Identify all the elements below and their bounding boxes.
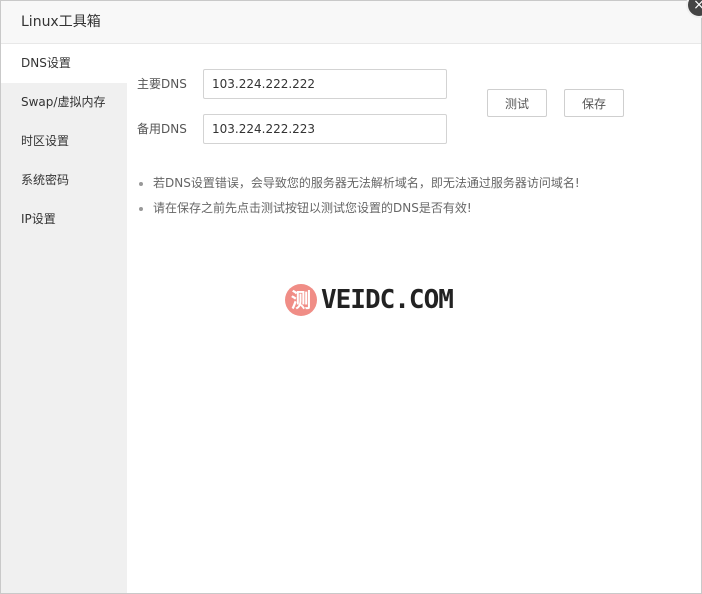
sidebar-item-ip[interactable]: IP设置 [1,200,127,239]
tip-item: 若DNS设置错误，会导致您的服务器无法解析域名，即无法通过服务器访问域名! [137,171,580,196]
dialog-titlebar: Linux工具箱 [1,1,701,44]
dialog-title: Linux工具箱 [21,14,101,30]
watermark-text: VEIDC.COM [321,285,454,315]
primary-dns-row: 主要DNS [137,69,447,99]
secondary-dns-input[interactable] [203,114,447,144]
dns-settings-panel: 主要DNS 备用DNS 测试 保存 若DNS设置错误，会导致您的服务器无法解析域… [127,44,701,593]
tips-list: 若DNS设置错误，会导致您的服务器无法解析域名，即无法通过服务器访问域名! 请在… [137,171,580,221]
test-button[interactable]: 测试 [487,89,547,117]
sidebar-item-password[interactable]: 系统密码 [1,161,127,200]
linux-toolbox-dialog: Linux工具箱 DNS设置 Swap/虚拟内存 时区设置 系统密码 IP设置 … [0,0,702,594]
primary-dns-label: 主要DNS [137,77,187,91]
sidebar: DNS设置 Swap/虚拟内存 时区设置 系统密码 IP设置 [1,44,127,593]
sidebar-item-dns[interactable]: DNS设置 [1,44,127,83]
primary-dns-input[interactable] [203,69,447,99]
watermark-badge: 测 [285,284,317,316]
sidebar-item-swap[interactable]: Swap/虚拟内存 [1,83,127,122]
sidebar-item-timezone[interactable]: 时区设置 [1,122,127,161]
tip-item: 请在保存之前先点击测试按钮以测试您设置的DNS是否有效! [137,196,580,221]
secondary-dns-row: 备用DNS [137,114,447,144]
save-button[interactable]: 保存 [564,89,624,117]
secondary-dns-label: 备用DNS [137,122,187,136]
